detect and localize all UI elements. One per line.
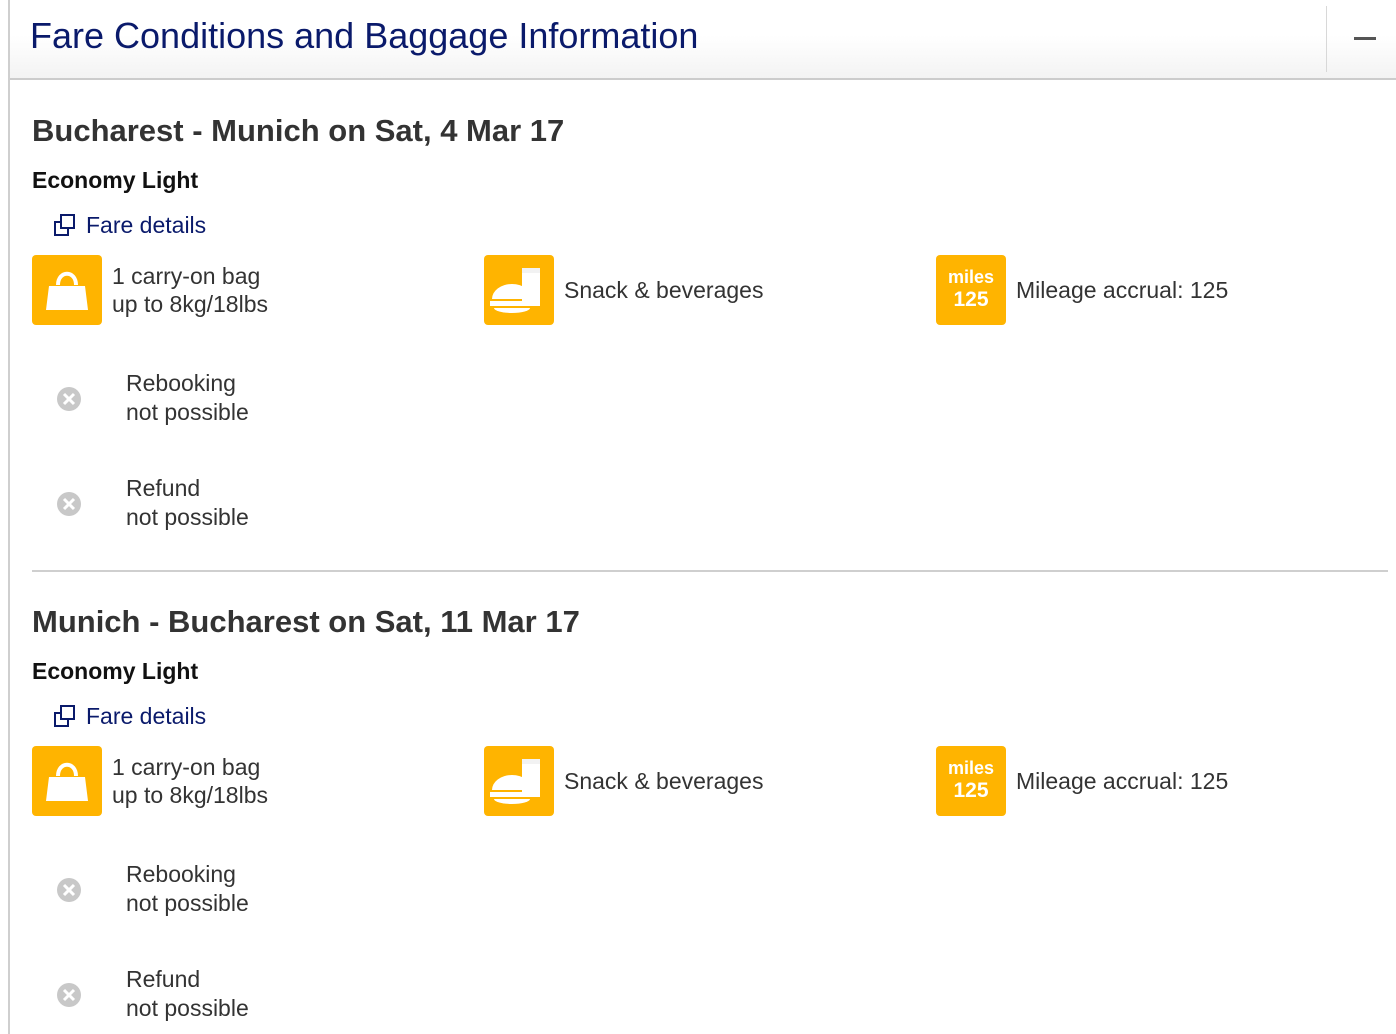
rebooking-line2: not possible — [126, 890, 249, 916]
x-circle-icon — [57, 878, 81, 902]
fare-details-link[interactable]: Fare details — [52, 209, 206, 241]
route-title: Munich - Bucharest on Sat, 11 Mar 17 — [32, 604, 580, 639]
rebooking-line1: Rebooking — [126, 861, 236, 887]
fare-conditions-panel: Fare Conditions and Baggage Information … — [8, 0, 1396, 1034]
baggage-line1: 1 carry-on bag — [112, 263, 261, 289]
baggage-line1: 1 carry-on bag — [112, 754, 261, 780]
refund-line2: not possible — [126, 995, 249, 1021]
refund-line2: not possible — [126, 504, 249, 530]
rebooking-text: Rebooking not possible — [126, 369, 249, 427]
handbag-icon — [32, 746, 102, 816]
baggage-text: 1 carry-on bag up to 8kg/18lbs — [112, 746, 268, 816]
panel-header[interactable]: Fare Conditions and Baggage Information — [10, 0, 1396, 80]
miles-badge-value: 125 — [953, 779, 989, 802]
meal-text: Snack & beverages — [564, 768, 764, 794]
miles-badge-value: 125 — [953, 288, 989, 311]
rebooking-line1: Rebooking — [126, 370, 236, 396]
header-divider — [1326, 6, 1327, 72]
miles-text: Mileage accrual: 125 — [1016, 277, 1229, 303]
miles-text: Mileage accrual: 125 — [1016, 768, 1229, 794]
route-title: Bucharest - Munich on Sat, 4 Mar 17 — [32, 113, 565, 148]
collapse-button[interactable] — [1342, 12, 1390, 60]
miles-badge-label: miles — [947, 758, 995, 778]
external-window-icon — [54, 705, 75, 727]
external-window-icon — [54, 214, 75, 236]
meal-icon — [484, 255, 554, 325]
miles-badge: miles 125 — [936, 746, 1006, 816]
rebooking-text: Rebooking not possible — [126, 860, 249, 918]
miles-badge-label: miles — [947, 267, 995, 287]
section-divider — [32, 570, 1388, 572]
meal-text: Snack & beverages — [564, 277, 764, 303]
meal-icon — [484, 746, 554, 816]
x-circle-icon — [57, 983, 81, 1007]
refund-line1: Refund — [126, 475, 201, 501]
minus-icon — [1354, 37, 1376, 40]
fare-details-label[interactable]: Fare details — [86, 212, 206, 239]
baggage-line2: up to 8kg/18lbs — [112, 782, 269, 808]
fare-name: Economy Light — [32, 658, 199, 684]
x-circle-icon — [57, 387, 81, 411]
fare-name: Economy Light — [32, 167, 199, 193]
fare-details-link[interactable]: Fare details — [52, 700, 206, 732]
refund-text: Refund not possible — [126, 965, 249, 1023]
fare-details-label[interactable]: Fare details — [86, 703, 206, 730]
refund-text: Refund not possible — [126, 474, 249, 532]
baggage-text: 1 carry-on bag up to 8kg/18lbs — [112, 255, 268, 325]
x-circle-icon — [57, 492, 81, 516]
rebooking-line2: not possible — [126, 399, 249, 425]
baggage-line2: up to 8kg/18lbs — [112, 291, 269, 317]
refund-line1: Refund — [126, 966, 201, 992]
panel-title[interactable]: Fare Conditions and Baggage Information — [30, 14, 698, 58]
handbag-icon — [32, 255, 102, 325]
miles-badge: miles 125 — [936, 255, 1006, 325]
